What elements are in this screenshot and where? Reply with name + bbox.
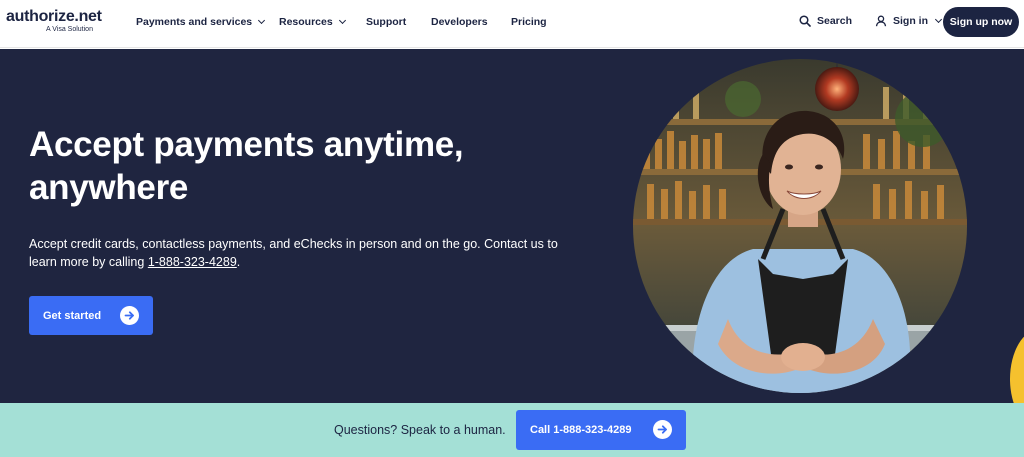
contact-strip: Questions? Speak to a human. Call 1-888-… xyxy=(0,403,1024,457)
arrow-right-icon xyxy=(120,306,139,325)
nav-developers[interactable]: Developers xyxy=(431,16,488,28)
search-button[interactable]: Search xyxy=(799,15,852,27)
logo-text: authorize xyxy=(6,8,75,25)
nav-pricing[interactable]: Pricing xyxy=(511,16,547,28)
chevron-down-icon xyxy=(258,16,266,25)
call-button[interactable]: Call 1-888-323-4289 xyxy=(516,410,686,450)
hero-title: Accept payments anytime, anywhere xyxy=(29,125,464,207)
contact-question: Questions? Speak to a human. xyxy=(334,423,506,437)
search-label: Search xyxy=(817,15,853,27)
nav-developers-label: Developers xyxy=(431,16,488,28)
user-icon xyxy=(875,15,887,27)
nav-support[interactable]: Support xyxy=(366,16,406,28)
hero-description: Accept credit cards, contactless payment… xyxy=(29,235,569,271)
call-label: Call 1-888-323-4289 xyxy=(530,424,632,436)
chevron-down-icon xyxy=(338,16,346,25)
hero-phone-link[interactable]: 1-888-323-4289 xyxy=(148,255,237,269)
nav-payments-label: Payments and services xyxy=(136,16,253,28)
nav-payments-and-services[interactable]: Payments and services xyxy=(136,16,266,28)
get-started-button[interactable]: Get started xyxy=(29,296,153,335)
nav-resources-label: Resources xyxy=(279,16,333,28)
hero-section: Accept payments anytime, anywhere Accept… xyxy=(0,49,1024,403)
hero-text-after: . xyxy=(236,255,241,269)
nav-pricing-label: Pricing xyxy=(511,16,547,28)
search-icon xyxy=(799,15,811,27)
authorize-net-logo[interactable]: authorize. net A Visa Solution xyxy=(6,8,102,33)
sign-up-label: Sign up now xyxy=(949,16,1013,28)
nav-resources[interactable]: Resources xyxy=(279,16,346,28)
hero-photo xyxy=(633,59,967,393)
nav-support-label: Support xyxy=(366,16,407,28)
site-header: authorize. net A Visa Solution Payments a… xyxy=(0,0,1024,48)
sign-in-button[interactable]: Sign in xyxy=(875,15,943,27)
arrow-right-icon xyxy=(653,420,672,439)
hero-text-before: Accept credit cards, contactless payment… xyxy=(29,237,558,269)
sign-in-label: Sign in xyxy=(893,15,928,27)
decorative-yellow-shape xyxy=(1010,329,1024,403)
chevron-down-icon xyxy=(934,15,943,24)
logo-net: net xyxy=(78,8,102,25)
get-started-label: Get started xyxy=(43,309,102,322)
sign-up-button[interactable]: Sign up now xyxy=(943,7,1019,37)
logo-subtitle: A Visa Solution xyxy=(46,26,93,33)
